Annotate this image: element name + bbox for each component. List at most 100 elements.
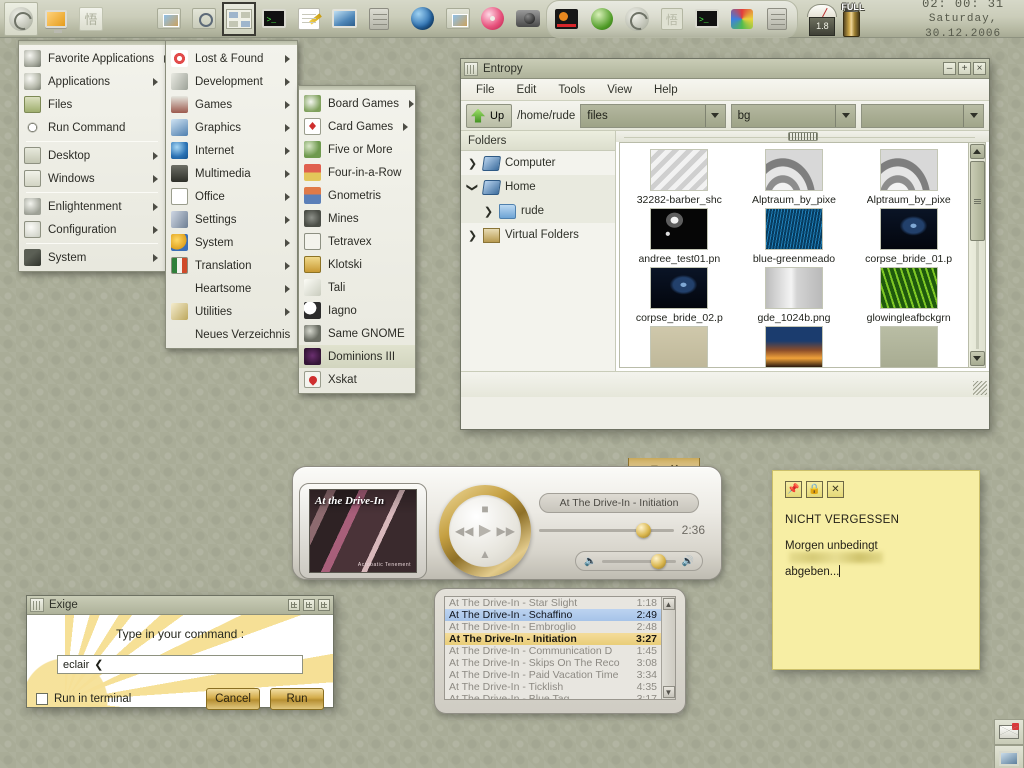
cancel-button[interactable]: Cancel	[206, 688, 260, 710]
scrollbar-track[interactable]	[969, 161, 985, 349]
menu-help[interactable]: Help	[643, 79, 689, 101]
menu-item-five-or-more[interactable]: Five or More	[299, 138, 415, 161]
menu-item-tetravex[interactable]: Tetravex	[299, 230, 415, 253]
location-combo-2[interactable]: bg	[730, 103, 857, 128]
taskbar-camera-button[interactable]	[511, 2, 545, 36]
menu-item-heartsome[interactable]: Heartsome	[166, 277, 297, 300]
menu-item-dominions-iii[interactable]: Dominions III	[299, 345, 415, 368]
tree-row-rude[interactable]: ❯ rude	[461, 199, 615, 223]
file-item[interactable]: Alptraum_by_pixe	[737, 149, 852, 206]
file-grid-scrollbar[interactable]	[968, 143, 985, 367]
menu-item-four-in-a-row[interactable]: Four-in-a-Row	[299, 161, 415, 184]
file-item[interactable]: corpse_bride_01.p	[851, 208, 966, 265]
menu-file[interactable]: File	[465, 79, 506, 101]
menu-item-desktop[interactable]: Desktop	[19, 144, 165, 167]
file-item[interactable]: corpse_bride_02.p	[622, 267, 737, 324]
taskbar-images2-button[interactable]	[441, 2, 475, 36]
volume-handle[interactable]	[650, 553, 666, 569]
pin-icon[interactable]: 📌	[785, 481, 802, 498]
expander-icon[interactable]: ❯	[466, 182, 479, 193]
location-combo-3[interactable]	[861, 103, 984, 128]
menu-item-applications[interactable]: Applications	[19, 70, 165, 93]
taskbar-gnome-button[interactable]	[585, 2, 619, 36]
playlist-scrollbar[interactable]: ▲ ▼	[661, 597, 675, 699]
tree-row-home[interactable]: ❯ Home	[461, 175, 615, 199]
menu-item-gnometris[interactable]: Gnometris	[299, 184, 415, 207]
seek-slider[interactable]	[539, 522, 674, 538]
file-item[interactable]: andree_test01.pn	[622, 208, 737, 265]
taskbar-display-button[interactable]	[39, 2, 73, 36]
pane-splitter[interactable]	[616, 131, 989, 143]
command-input[interactable]: eclair ❮	[57, 655, 303, 674]
file-item[interactable]: 32282-barber_shc	[622, 149, 737, 206]
taskbar-openoffice-button[interactable]	[550, 2, 584, 36]
playlist-row[interactable]: At The Drive-In - Ticklish 4:35	[445, 681, 661, 693]
menu-item-system-apps[interactable]: System	[166, 231, 297, 254]
taskbar-pager-button[interactable]	[222, 1, 257, 36]
menu-edit[interactable]: Edit	[506, 79, 548, 101]
menu-item-favorite-applications[interactable]: Favorite Applications	[19, 47, 170, 70]
menu-item-neues-verzeichnis[interactable]: Neues Verzeichnis	[166, 323, 306, 346]
up-button[interactable]: Up	[466, 103, 513, 128]
expander-icon[interactable]: ❯	[467, 229, 478, 242]
expander-icon[interactable]: ❯	[483, 205, 494, 218]
chevron-down-icon[interactable]	[704, 104, 725, 127]
taskbar-monitor-button[interactable]	[327, 2, 361, 36]
playlist-row[interactable]: At The Drive-In - Star Slight 1:18	[445, 597, 661, 609]
desktop-icon-computer[interactable]	[994, 745, 1024, 768]
previous-button[interactable]: ◀◀	[455, 525, 473, 537]
taskbar-notes-button[interactable]	[292, 2, 326, 36]
menu-item-klotski[interactable]: Klotski	[299, 253, 415, 276]
taskbar-drawer-button[interactable]	[362, 2, 396, 36]
splitter-grip[interactable]	[787, 132, 818, 142]
taskbar-mimic-button[interactable]: 悟	[74, 2, 108, 36]
menu-item-multimedia[interactable]: Multimedia	[166, 162, 297, 185]
exige-titlebar[interactable]: Exige	[27, 596, 333, 615]
taskbar-mimic-small-button[interactable]: 悟	[655, 2, 689, 36]
menu-item-run-command[interactable]: Run Command	[19, 116, 165, 139]
taskbar-cd-button[interactable]	[476, 2, 510, 36]
play-button[interactable]: ▶	[479, 523, 491, 539]
taskbar-browser-button[interactable]	[406, 2, 440, 36]
scroll-down-button[interactable]	[969, 351, 985, 366]
taskbar-empty-slot[interactable]	[109, 2, 143, 36]
taskbar-images-button[interactable]	[152, 2, 186, 36]
playlist-row[interactable]: At The Drive-In - Schaffino 2:49	[445, 609, 661, 621]
playlist-row[interactable]: At The Drive-In - Paid Vacation Time 3:3…	[445, 669, 661, 681]
menu-item-card-games[interactable]: Card Games	[299, 115, 415, 138]
menu-item-settings[interactable]: Settings	[166, 208, 297, 231]
sticky-note-body[interactable]: Morgen unbedingt abgeben...	[785, 540, 967, 578]
playlist-row[interactable]: At The Drive-In - Communication D 1:45	[445, 645, 661, 657]
taskbar-drawer-small-button[interactable]	[760, 2, 794, 36]
menu-item-utilities[interactable]: Utilities	[166, 300, 297, 323]
file-item[interactable]	[851, 326, 966, 368]
menu-item-internet[interactable]: Internet	[166, 139, 297, 162]
checkbox-box[interactable]	[36, 693, 48, 705]
menu-item-xskat[interactable]: Xskat	[299, 368, 415, 391]
seek-handle[interactable]	[635, 522, 651, 538]
menu-item-windows[interactable]: Windows	[19, 167, 165, 190]
resize-grip[interactable]	[973, 381, 987, 395]
file-item[interactable]: glowingleafbckgrn	[851, 267, 966, 324]
chevron-down-icon[interactable]	[835, 104, 856, 127]
menu-view[interactable]: View	[596, 79, 643, 101]
scrollbar-thumb[interactable]	[969, 161, 985, 242]
file-item[interactable]: blue-greenmeado	[737, 208, 852, 265]
file-item[interactable]: gde_1024b.png	[737, 267, 852, 324]
taskbar-magnifier-button[interactable]	[187, 2, 221, 36]
scroll-up-button[interactable]	[969, 144, 985, 160]
playlist-scroll-up-button[interactable]: ▲	[662, 598, 675, 610]
menu-item-games[interactable]: Games	[166, 93, 297, 116]
menu-item-graphics[interactable]: Graphics	[166, 116, 297, 139]
taskbar-colors-button[interactable]	[725, 2, 759, 36]
menu-item-tali[interactable]: Tali	[299, 276, 415, 299]
next-button[interactable]: ▶▶	[497, 525, 515, 537]
run-button[interactable]: Run	[270, 688, 324, 710]
taskbar-enlightenment-small-button[interactable]	[620, 2, 654, 36]
expander-icon[interactable]: ❯	[467, 157, 478, 170]
menu-item-translation[interactable]: Translation	[166, 254, 297, 277]
tree-row-virtual-folders[interactable]: ❯ Virtual Folders	[461, 223, 615, 247]
taskbar-terminal-button[interactable]: >_	[257, 2, 291, 36]
lock-icon[interactable]: 🔒	[806, 481, 823, 498]
taskbar-terminal-small-button[interactable]: >_	[690, 2, 724, 36]
